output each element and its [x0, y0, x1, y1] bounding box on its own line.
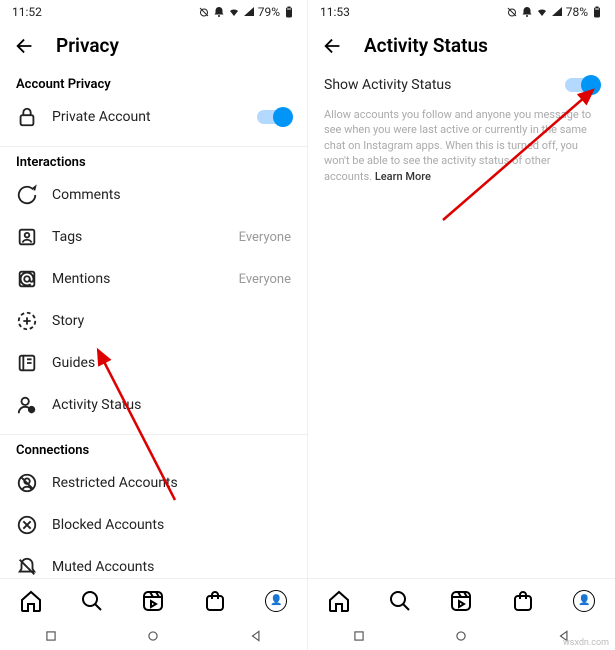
recents-button[interactable] [44, 629, 58, 643]
activity-status-icon [16, 394, 38, 416]
privacy-screen: 11:52 79% Privacy Account Privacy Privat… [0, 0, 307, 650]
back-arrow-icon[interactable] [14, 35, 36, 57]
page-header: Privacy [0, 24, 307, 69]
signal-icon [551, 6, 563, 18]
back-arrow-icon[interactable] [322, 35, 344, 57]
mentions-value: Everyone [239, 272, 291, 287]
comments-icon [16, 184, 38, 206]
mentions-row[interactable]: Mentions Everyone [16, 258, 291, 300]
section-interactions-title: Interactions [16, 155, 291, 170]
search-icon[interactable] [388, 589, 412, 613]
reels-icon[interactable] [449, 589, 473, 613]
mentions-icon [16, 268, 38, 290]
page-title: Activity Status [364, 34, 488, 57]
guides-icon [16, 352, 38, 374]
learn-more-link[interactable]: Learn More [375, 170, 431, 183]
battery-icon [283, 6, 295, 18]
wifi-icon [536, 6, 548, 18]
privacy-content: Account Privacy Private Account Interact… [0, 69, 307, 578]
home-button[interactable] [146, 629, 160, 643]
section-connections-title: Connections [16, 443, 291, 458]
private-account-row[interactable]: Private Account [16, 96, 291, 138]
private-account-label: Private Account [52, 109, 243, 125]
bottom-nav: 👤 [0, 578, 307, 622]
status-bar: 11:53 78% [308, 0, 615, 24]
activity-status-row[interactable]: Activity Status [16, 384, 291, 426]
muted-row[interactable]: Muted Accounts [16, 546, 291, 578]
blocked-label: Blocked Accounts [52, 517, 291, 533]
guides-row[interactable]: Guides [16, 342, 291, 384]
home-icon[interactable] [327, 589, 351, 613]
status-bar: 11:52 79% [0, 0, 307, 24]
battery-icon [591, 6, 603, 18]
tags-value: Everyone [239, 230, 291, 245]
signal-icon [243, 6, 255, 18]
status-right: 79% [198, 5, 295, 19]
lock-icon [16, 106, 38, 128]
muted-label: Muted Accounts [52, 559, 291, 575]
restricted-row[interactable]: Restricted Accounts [16, 462, 291, 504]
divider [0, 146, 307, 147]
status-time: 11:53 [320, 5, 350, 19]
alarm-off-icon [198, 6, 210, 18]
page-title: Privacy [56, 34, 119, 57]
back-button[interactable] [249, 629, 263, 643]
recents-button[interactable] [352, 629, 366, 643]
guides-label: Guides [52, 355, 291, 371]
story-label: Story [52, 313, 291, 329]
tags-row[interactable]: Tags Everyone [16, 216, 291, 258]
home-icon[interactable] [19, 589, 43, 613]
bottom-nav: 👤 [308, 578, 615, 622]
status-right: 78% [506, 5, 603, 19]
status-battery: 78% [566, 5, 588, 19]
tags-icon [16, 226, 38, 248]
profile-icon[interactable]: 👤 [264, 589, 288, 613]
activity-status-screen: 11:53 78% Activity Status Show Activity … [307, 0, 615, 650]
page-header: Activity Status [308, 24, 615, 69]
show-activity-status-toggle[interactable] [565, 78, 599, 92]
search-icon[interactable] [80, 589, 104, 613]
restricted-label: Restricted Accounts [52, 475, 291, 491]
restricted-icon [16, 472, 38, 494]
alarm-off-icon [506, 6, 518, 18]
dnd-icon [521, 6, 533, 18]
private-account-toggle[interactable] [257, 110, 291, 124]
profile-icon[interactable]: 👤 [572, 589, 596, 613]
shop-icon[interactable] [203, 589, 227, 613]
home-button[interactable] [454, 629, 468, 643]
mentions-label: Mentions [52, 271, 225, 287]
muted-icon [16, 556, 38, 578]
tags-label: Tags [52, 229, 225, 245]
story-row[interactable]: Story [16, 300, 291, 342]
divider [0, 434, 307, 435]
reels-icon[interactable] [141, 589, 165, 613]
activity-status-description: Allow accounts you follow and anyone you… [308, 101, 615, 190]
wifi-icon [228, 6, 240, 18]
activity-status-label: Activity Status [52, 397, 291, 413]
status-time: 11:52 [12, 5, 42, 19]
comments-row[interactable]: Comments [16, 174, 291, 216]
blocked-row[interactable]: Blocked Accounts [16, 504, 291, 546]
blocked-icon [16, 514, 38, 536]
show-activity-status-label: Show Activity Status [324, 77, 551, 93]
status-battery: 79% [258, 5, 280, 19]
comments-label: Comments [52, 187, 291, 203]
shop-icon[interactable] [511, 589, 535, 613]
story-icon [16, 310, 38, 332]
section-account-privacy-title: Account Privacy [16, 77, 291, 92]
system-nav [0, 622, 307, 650]
show-activity-status-row[interactable]: Show Activity Status [308, 69, 615, 101]
dnd-icon [213, 6, 225, 18]
watermark: wsxdn.com [563, 638, 609, 648]
